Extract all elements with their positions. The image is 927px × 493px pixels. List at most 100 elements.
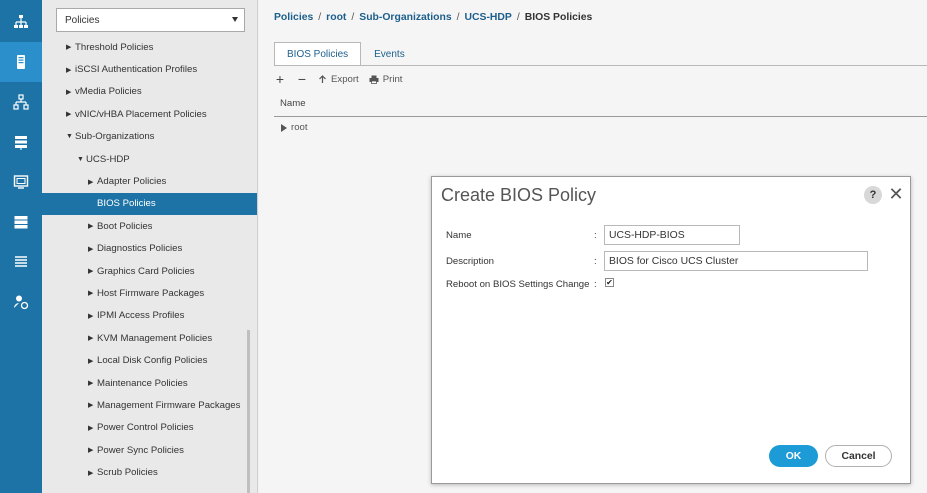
chassis-icon	[14, 216, 28, 229]
caret-right-icon[interactable]: ▶	[88, 469, 97, 477]
rail-item-equipment[interactable]	[0, 2, 42, 42]
nav-item-label: vNIC/vHBA Placement Policies	[75, 108, 207, 120]
nav-item-label: Threshold Policies	[75, 41, 154, 53]
breadcrumb-item[interactable]: Policies	[274, 12, 313, 23]
printer-icon	[369, 75, 379, 84]
description-colon: :	[594, 256, 597, 267]
nav-item-label: Power Control Policies	[97, 422, 194, 434]
description-field[interactable]	[604, 251, 868, 271]
help-icon[interactable]: ?	[864, 186, 882, 204]
caret-right-icon[interactable]: ▶	[88, 267, 97, 275]
chevron-down-icon	[232, 17, 238, 22]
breadcrumb-item: BIOS Policies	[524, 12, 593, 23]
nav-item-label: Scrub Policies	[97, 467, 158, 479]
export-icon	[319, 74, 326, 83]
caret-down-icon[interactable]: ▼	[77, 156, 86, 163]
nav-item-label: KVM Management Policies	[97, 332, 213, 344]
remove-button[interactable]: −	[296, 71, 308, 87]
network-icon	[13, 94, 29, 110]
nav-item[interactable]: ▶ Scrub Policies	[42, 461, 257, 483]
caret-right-icon[interactable]: ▶	[88, 245, 97, 253]
breadcrumb-item[interactable]: root	[326, 12, 346, 23]
vm-icon	[13, 175, 29, 189]
cancel-button[interactable]: Cancel	[825, 445, 892, 467]
server-icon	[17, 55, 25, 69]
breadcrumb-item[interactable]: UCS-HDP	[465, 12, 512, 23]
rail-item-chassis[interactable]	[0, 242, 42, 282]
nav-item-label: Management Firmware Packages	[97, 399, 241, 411]
rail-item-storage[interactable]	[0, 202, 42, 242]
caret-right-icon[interactable]: ▶	[88, 379, 97, 387]
nav-item[interactable]: BIOS Policies	[42, 192, 257, 216]
nav-item[interactable]: ▶ Power Control Policies	[42, 417, 257, 439]
ok-button[interactable]: OK	[769, 445, 818, 467]
rail-item-lan[interactable]	[0, 82, 42, 122]
nav-item[interactable]: ▶ Diagnostics Policies	[42, 238, 257, 260]
nav-item[interactable]: ▶ KVM Management Policies	[42, 327, 257, 349]
add-button[interactable]: +	[274, 71, 286, 87]
rail-item-san[interactable]	[0, 122, 42, 162]
nav-item[interactable]: ▶ IPMI Access Profiles	[42, 305, 257, 327]
nav-filter-select[interactable]: Policies	[56, 8, 245, 32]
caret-right-icon[interactable]: ▶	[88, 222, 97, 230]
nav-tree: ▶ Threshold Policies ▶ iSCSI Authentication…	[42, 36, 257, 484]
rail-item-admin[interactable]	[0, 282, 42, 322]
nav-scrollbar[interactable]	[247, 330, 250, 493]
toolbar: + − Export Print	[274, 71, 403, 87]
nav-item[interactable]: ▶ Boot Policies	[42, 215, 257, 237]
print-button[interactable]: Print	[369, 74, 402, 85]
caret-right-icon[interactable]: ▶	[88, 357, 97, 365]
tab-events[interactable]: Events	[361, 42, 418, 66]
export-button[interactable]: Export	[318, 74, 359, 85]
nav-item[interactable]: ▶ vMedia Policies	[42, 81, 257, 103]
description-label: Description	[446, 256, 494, 267]
create-bios-policy-dialog: Create BIOS Policy ? ✕ Name : Descriptio…	[431, 176, 911, 484]
nav-item[interactable]: ▼ UCS-HDP	[42, 148, 257, 170]
caret-right-icon[interactable]: ▶	[88, 446, 97, 454]
breadcrumb: Policies / root / Sub-Organizations / UCS-HDP /…	[274, 12, 592, 23]
reboot-checkbox[interactable]: ✔	[605, 278, 614, 287]
table-row[interactable]: root	[281, 122, 308, 133]
caret-right-icon[interactable]: ▶	[66, 88, 75, 96]
caret-right-icon[interactable]: ▶	[66, 66, 75, 74]
nav-item[interactable]: ▼ Sub-Organizations	[42, 126, 257, 148]
nav-item-label: Graphics Card Policies	[97, 265, 195, 277]
close-icon[interactable]: ✕	[887, 185, 905, 203]
reboot-label: Reboot on BIOS Settings Change	[446, 279, 590, 290]
name-field[interactable]	[604, 225, 740, 245]
storage-icon	[15, 136, 27, 150]
export-label: Export	[331, 73, 359, 85]
nav-item[interactable]: ▶ Host Firmware Packages	[42, 282, 257, 304]
nav-item-label: Adapter Policies	[97, 176, 167, 188]
rail-item-vm[interactable]	[0, 162, 42, 202]
column-header-name[interactable]: Name	[274, 91, 927, 117]
nav-item-label: Sub-Organizations	[75, 131, 155, 143]
nav-item[interactable]: ▶ Management Firmware Packages	[42, 394, 257, 416]
caret-right-icon[interactable]: ▶	[88, 178, 97, 186]
breadcrumb-item[interactable]: Sub-Organizations	[359, 12, 451, 23]
breadcrumb-separator: /	[456, 12, 460, 23]
nav-item[interactable]: ▶ Threshold Policies	[42, 36, 257, 58]
nav-item[interactable]: ▶ Graphics Card Policies	[42, 260, 257, 282]
caret-right-icon[interactable]: ▶	[88, 424, 97, 432]
tab-divider	[274, 65, 927, 66]
nav-item[interactable]: ▶ Power Sync Policies	[42, 439, 257, 461]
caret-right-icon[interactable]: ▶	[88, 334, 97, 342]
caret-right-icon[interactable]: ▶	[88, 312, 97, 320]
nav-item[interactable]: ▶ Local Disk Config Policies	[42, 349, 257, 371]
caret-right-icon[interactable]: ▶	[88, 401, 97, 409]
caret-right-icon[interactable]: ▶	[66, 43, 75, 51]
dialog-title: Create BIOS Policy	[441, 185, 597, 205]
nav-item[interactable]: ▶ iSCSI Authentication Profiles	[42, 58, 257, 80]
tab-bios-policies[interactable]: BIOS Policies	[274, 42, 362, 66]
nav-item[interactable]: ▶ Maintenance Policies	[42, 372, 257, 394]
caret-down-icon[interactable]: ▼	[66, 133, 75, 140]
caret-right-icon[interactable]: ▶	[66, 110, 75, 118]
nav-item[interactable]: ▶ vNIC/vHBA Placement Policies	[42, 103, 257, 125]
caret-right-icon[interactable]: ▶	[88, 289, 97, 297]
nav-item-label: Power Sync Policies	[97, 444, 184, 456]
nav-filter-value: Policies	[65, 14, 100, 26]
expand-arrow-icon[interactable]	[281, 123, 287, 132]
nav-item[interactable]: ▶ Adapter Policies	[42, 170, 257, 192]
rail-item-servers[interactable]	[0, 42, 42, 82]
